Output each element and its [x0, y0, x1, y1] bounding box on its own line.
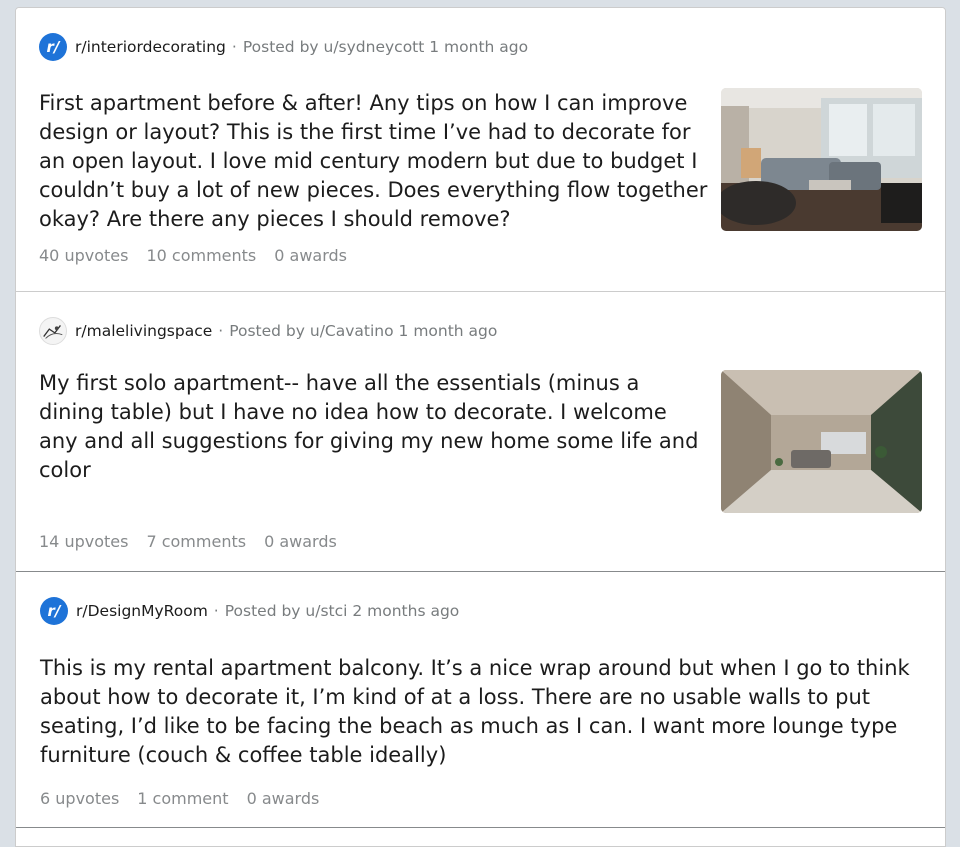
comment-count[interactable]: 10 comments — [146, 246, 256, 265]
subreddit-link[interactable]: r/interiordecorating — [75, 38, 226, 56]
post-title[interactable]: My first solo apartment-- have all the e… — [39, 369, 709, 485]
post-thumbnail[interactable] — [721, 370, 922, 513]
sketch-avatar-icon[interactable] — [39, 317, 67, 345]
post-meta: r/malelivingspace · Posted by u/Cavatino… — [39, 317, 497, 345]
subreddit-link[interactable]: r/DesignMyRoom — [76, 602, 208, 620]
posted-by: Posted by u/Cavatino 1 month ago — [229, 322, 498, 340]
post-card[interactable]: r/ r/interiordecorating · Posted by u/sy… — [16, 8, 945, 292]
reddit-r-icon[interactable]: r/ — [39, 33, 67, 61]
award-count[interactable]: 0 awards — [247, 789, 320, 808]
post-stats: 14 upvotes 7 comments 0 awards — [39, 532, 337, 551]
reddit-r-icon[interactable]: r/ — [40, 597, 68, 625]
post-meta: r/ r/interiordecorating · Posted by u/sy… — [39, 33, 528, 61]
upvote-count[interactable]: 40 upvotes — [39, 246, 128, 265]
living-room-image — [721, 88, 922, 231]
separator-dot: · — [213, 602, 219, 620]
post-title[interactable]: This is my rental apartment balcony. It’… — [40, 654, 920, 770]
post-card[interactable]: r/ r/DesignMyRoom · Posted by u/stci 2 m… — [16, 571, 945, 828]
apartment-room-image — [721, 370, 922, 513]
separator-dot: · — [218, 322, 224, 340]
posted-by: Posted by u/sydneycott 1 month ago — [242, 38, 529, 56]
post-meta: r/ r/DesignMyRoom · Posted by u/stci 2 m… — [40, 597, 459, 625]
post-stats: 40 upvotes 10 comments 0 awards — [39, 246, 347, 265]
award-count[interactable]: 0 awards — [264, 532, 337, 551]
post-stats: 6 upvotes 1 comment 0 awards — [40, 789, 319, 808]
upvote-count[interactable]: 14 upvotes — [39, 532, 128, 551]
separator-dot: · — [231, 38, 237, 56]
post-thumbnail[interactable] — [721, 88, 922, 231]
post-card[interactable]: r/malelivingspace · Posted by u/Cavatino… — [16, 292, 945, 571]
upvote-count[interactable]: 6 upvotes — [40, 789, 119, 808]
award-count[interactable]: 0 awards — [274, 246, 347, 265]
posted-by: Posted by u/stci 2 months ago — [224, 602, 460, 620]
post-title[interactable]: First apartment before & after! Any tips… — [39, 89, 719, 234]
post-feed: r/ r/interiordecorating · Posted by u/sy… — [15, 7, 946, 847]
comment-count[interactable]: 7 comments — [146, 532, 246, 551]
comment-count[interactable]: 1 comment — [137, 789, 228, 808]
subreddit-link[interactable]: r/malelivingspace — [75, 322, 212, 340]
